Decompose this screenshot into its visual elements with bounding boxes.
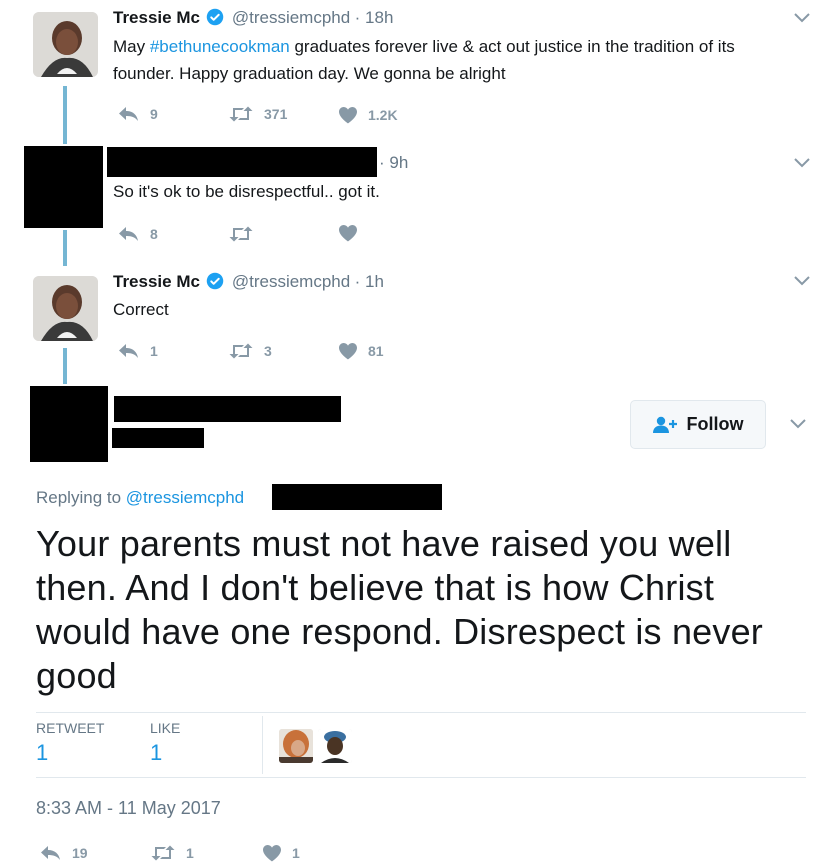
replying-to: Replying to @tressiemcphd	[36, 488, 245, 507]
follow-label: Follow	[686, 414, 744, 434]
stats-divider	[262, 716, 263, 774]
verified-icon	[207, 272, 224, 290]
thread-line	[63, 86, 67, 144]
tweet2-text: So it's ok to be disrespectful.. got it.	[113, 182, 380, 201]
like-stat[interactable]: LIKE 1	[150, 720, 180, 766]
liker-avatar[interactable]	[318, 729, 352, 763]
tweet1-name[interactable]: Tressie Mc	[113, 8, 200, 27]
chevron-down-icon[interactable]	[794, 13, 810, 23]
tweet1-time[interactable]: · 18h	[355, 8, 394, 27]
redacted-avatar	[24, 146, 103, 228]
tweet1-like-action[interactable]: 1.2K	[338, 106, 398, 124]
tweet1-reply-action[interactable]: 9	[118, 106, 158, 122]
main-retweet-action[interactable]: 1	[150, 845, 194, 861]
retweet-icon	[229, 106, 253, 122]
retweet-icon	[229, 343, 253, 359]
tweet1-retweet-action[interactable]: 371	[228, 106, 287, 122]
main-reply-action[interactable]: 19	[40, 845, 88, 861]
hashtag-link[interactable]: #bethunecookman	[150, 37, 290, 56]
replying-handle-link[interactable]: @tressiemcphd	[126, 488, 244, 507]
tweet3-handle[interactable]: @tressiemcphd	[232, 272, 350, 291]
heart-icon	[339, 107, 357, 124]
tweet3-text: Correct	[113, 300, 169, 319]
thread-line	[63, 348, 67, 384]
redacted-name	[114, 396, 341, 422]
retweet-icon	[151, 845, 175, 861]
tweet3-name[interactable]: Tressie Mc	[113, 272, 200, 291]
heart-icon	[339, 225, 357, 242]
retweet-icon	[229, 226, 253, 242]
chevron-down-icon[interactable]	[794, 276, 810, 286]
verified-icon	[207, 8, 224, 26]
divider	[36, 712, 806, 713]
tweet2-time[interactable]: · 9h	[379, 153, 408, 173]
like-stat-count: 1	[150, 740, 163, 765]
main-like-action[interactable]: 1	[262, 844, 300, 862]
tweet1-text: May #bethunecookman graduates forever li…	[113, 37, 735, 83]
retweet-stat-label: RETWEET	[36, 720, 105, 736]
tweet3-retweet-action[interactable]: 3	[228, 343, 272, 359]
tweet1-header: Tressie Mc @tressiemcphd · 18h	[113, 8, 393, 28]
tweet2-reply-action[interactable]: 8	[118, 226, 158, 242]
tweet1-handle[interactable]: @tressiemcphd	[232, 8, 350, 27]
reply-icon	[119, 344, 138, 358]
liker-avatar[interactable]	[279, 729, 313, 763]
heart-icon	[263, 845, 281, 862]
tweet2-retweet-action[interactable]	[228, 226, 264, 242]
retweet-stat[interactable]: RETWEET 1	[36, 720, 104, 766]
thread-line	[63, 230, 67, 266]
timestamp[interactable]: 8:33 AM - 11 May 2017	[36, 798, 221, 819]
follow-button[interactable]: Follow	[630, 400, 766, 449]
add-user-icon	[652, 416, 677, 433]
tweet3-header: Tressie Mc @tressiemcphd · 1h	[113, 272, 384, 292]
redacted-handle	[112, 428, 204, 448]
tweet3-reply-action[interactable]: 1	[118, 343, 158, 359]
tweet3-time[interactable]: · 1h	[355, 272, 384, 291]
heart-icon	[339, 343, 357, 360]
divider	[36, 777, 806, 778]
avatar-tressie[interactable]	[33, 276, 98, 341]
reply-icon	[119, 107, 138, 121]
redacted-name	[107, 147, 377, 177]
like-stat-label: LIKE	[150, 720, 181, 736]
avatar-tressie[interactable]	[33, 12, 98, 77]
reply-icon	[119, 227, 138, 241]
retweet-stat-count: 1	[36, 740, 49, 765]
redacted-avatar	[30, 386, 108, 462]
reply-icon	[41, 846, 60, 860]
tweet3-like-action[interactable]: 81	[338, 342, 384, 360]
redacted-reply-handle	[272, 484, 442, 510]
tweet2-like-action[interactable]	[338, 224, 368, 242]
chevron-down-icon[interactable]	[794, 158, 810, 168]
main-tweet-text: Your parents must not have raised you we…	[36, 523, 764, 696]
chevron-down-icon[interactable]	[790, 419, 806, 429]
